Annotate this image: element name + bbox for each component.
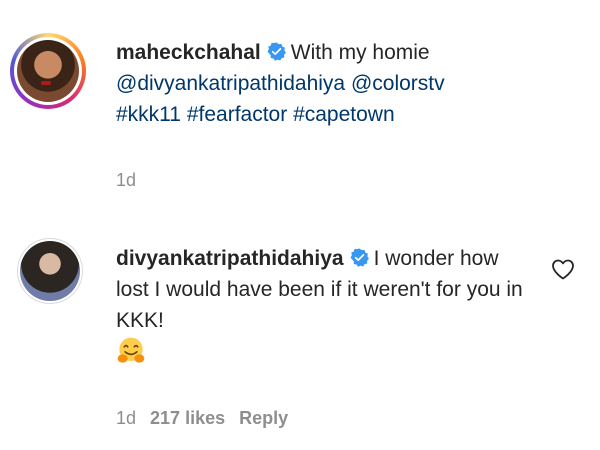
comment-timestamp[interactable]: 1d xyxy=(116,408,136,429)
comment-meta: 1d 217 likes Reply xyxy=(116,408,288,429)
caption-text: maheckchahal With my homie @divyankatrip… xyxy=(116,37,546,130)
caption-timestamp[interactable]: 1d xyxy=(116,170,136,191)
avatar-maheckchahal[interactable] xyxy=(10,33,86,109)
avatar-photo xyxy=(20,241,80,301)
avatar-photo xyxy=(17,40,79,102)
avatar-divyankatripathidahiya[interactable] xyxy=(17,238,83,304)
mention-link[interactable]: @divyankatripathidahiya xyxy=(116,72,345,95)
mention-link[interactable]: @colorstv xyxy=(351,72,445,95)
avatar-ring-inner xyxy=(14,37,82,105)
caption-username[interactable]: maheckchahal xyxy=(116,41,261,64)
hugging-face-emoji-icon xyxy=(117,337,145,363)
hashtag-link[interactable]: #kkk11 xyxy=(116,103,181,126)
verified-badge-icon xyxy=(350,248,369,267)
reply-button[interactable]: Reply xyxy=(239,408,288,429)
comment-text: divyankatripathidahiya I wonder how lost… xyxy=(116,243,536,368)
hashtag-link[interactable]: #fearfactor xyxy=(187,103,287,126)
caption-intro: With my homie xyxy=(290,41,430,64)
verified-badge-icon xyxy=(267,42,286,61)
like-heart-icon[interactable] xyxy=(551,258,575,280)
comment-username[interactable]: divyankatripathidahiya xyxy=(116,247,344,270)
avatar-detail xyxy=(41,81,51,85)
comment-likes[interactable]: 217 likes xyxy=(150,408,225,429)
post-comments: maheckchahal With my homie @divyankatrip… xyxy=(0,0,600,450)
hashtag-link[interactable]: #capetown xyxy=(293,103,395,126)
